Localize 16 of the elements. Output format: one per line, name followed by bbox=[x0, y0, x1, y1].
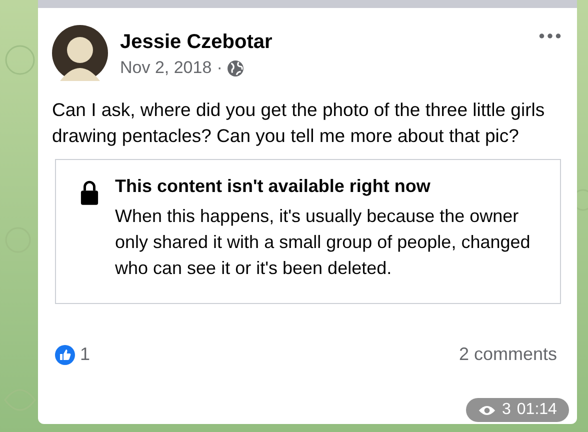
notice-title: This content isn't available right now bbox=[115, 176, 432, 197]
lock-icon bbox=[80, 180, 99, 205]
reaction-count[interactable]: 1 bbox=[80, 344, 90, 365]
avatar-icon bbox=[52, 25, 108, 81]
notice-message: When this happens, it's usually because the owner only shared it with a small group of people, changed who can see it or it's been deleted. bbox=[115, 205, 532, 280]
post-date[interactable]: Nov 2, 2018 bbox=[120, 58, 212, 78]
separator-dot: · bbox=[216, 58, 222, 78]
post-text: Can I ask, where did you get the photo of the three little girls drawing pentacles? Can you tell me more about that pic? bbox=[52, 98, 546, 148]
more-options-icon[interactable] bbox=[539, 33, 561, 39]
comments-link[interactable]: 2 comments bbox=[458, 344, 557, 365]
view-count: 3 bbox=[502, 401, 511, 419]
eye-icon bbox=[478, 404, 496, 416]
like-icon bbox=[55, 344, 75, 364]
globe-icon bbox=[227, 60, 244, 76]
author-name[interactable]: Jessie Czebotar bbox=[120, 31, 272, 54]
video-duration: 01:14 bbox=[516, 401, 557, 419]
